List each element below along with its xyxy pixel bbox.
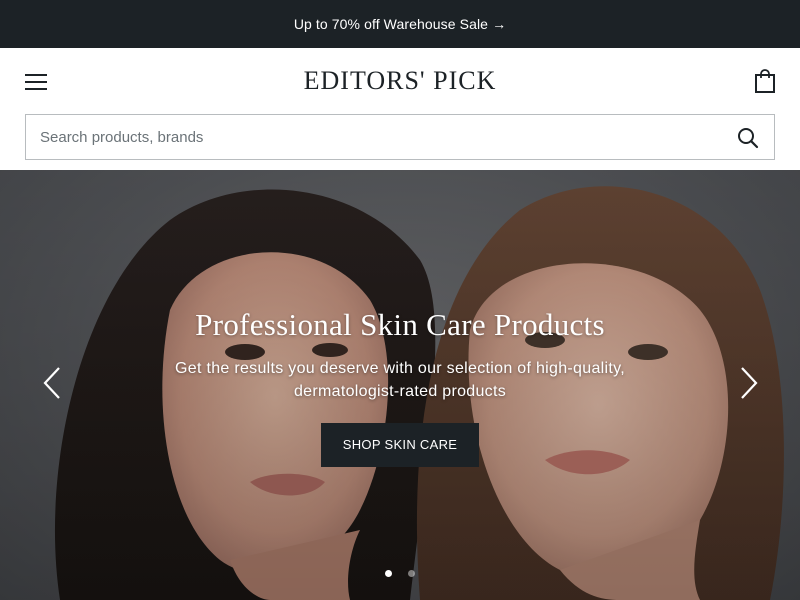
hero-content: Professional Skin Care Products Get the … — [100, 306, 700, 468]
shop-skin-care-button[interactable]: SHOP SKIN CARE — [320, 423, 480, 468]
site-header: EDITORS' PICK — [0, 48, 800, 114]
carousel-next-button[interactable] — [737, 365, 761, 401]
carousel-prev-button[interactable] — [40, 365, 64, 401]
search-input[interactable] — [26, 115, 726, 159]
hero-title: Professional Skin Care Products — [195, 307, 605, 342]
chevron-right-icon — [741, 367, 758, 399]
hero-subtitle: Get the results you deserve with our sel… — [175, 360, 625, 401]
search-button[interactable] — [736, 126, 760, 150]
hero-carousel: Professional Skin Care Products Get the … — [0, 170, 800, 600]
cart-button[interactable] — [750, 66, 780, 96]
carousel-dot-2[interactable] — [408, 570, 415, 577]
warehouse-sale-link[interactable]: Up to 70% off Warehouse Sale → — [294, 16, 506, 32]
arrow-right-icon: → — [492, 16, 507, 32]
search-icon — [738, 128, 759, 149]
chevron-left-icon — [43, 367, 60, 399]
site-logo[interactable]: EDITORS' PICK — [0, 66, 800, 96]
search-bar — [25, 114, 775, 160]
carousel-dots — [380, 570, 420, 578]
announcement-text: Up to 70% off Warehouse Sale — [293, 16, 489, 32]
carousel-dot-1[interactable] — [385, 570, 392, 577]
announcement-bar: Up to 70% off Warehouse Sale → — [0, 0, 800, 48]
shopping-bag-icon — [755, 69, 775, 93]
